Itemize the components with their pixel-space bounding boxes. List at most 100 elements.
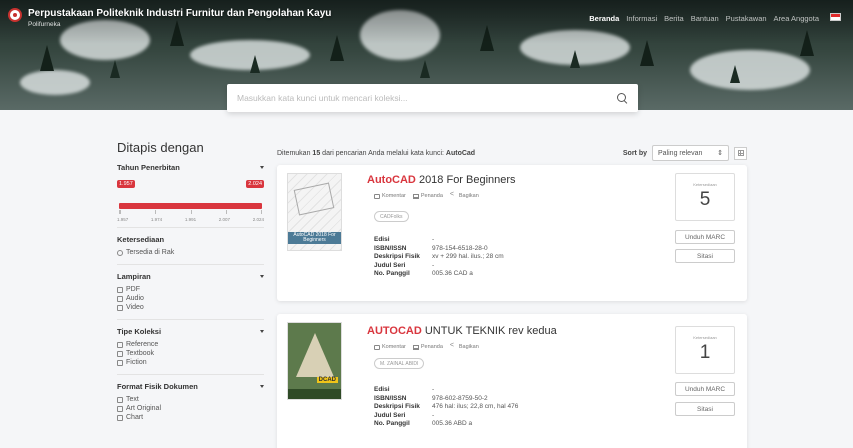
nav-area-anggota[interactable]: Area Anggota <box>774 14 819 23</box>
checkbox-icon[interactable] <box>117 405 123 412</box>
sort-label: Sort by <box>622 149 647 157</box>
search-icon[interactable] <box>617 92 628 104</box>
card-actions: Komentar Penanda Bagikan <box>374 342 479 351</box>
option-tersedia[interactable]: Tersedia di Rak <box>117 248 264 257</box>
book-title[interactable]: AutoCAD 2018 For Beginners <box>367 174 516 186</box>
option-textbook[interactable]: Textbook <box>117 349 264 358</box>
filter-collection-type-header[interactable]: Tipe Koleksi <box>117 327 264 336</box>
filter-availability-header: Ketersediaan <box>117 235 264 244</box>
result-count: 15 <box>312 149 321 157</box>
search-input[interactable] <box>237 93 617 103</box>
option-video[interactable]: Video <box>117 303 264 312</box>
title-highlight: AUTOCAD <box>367 325 422 337</box>
search-keyword: AutoCad <box>445 149 476 157</box>
search-bar <box>227 84 638 112</box>
share-link[interactable]: Bagikan <box>450 191 479 200</box>
filter-availability-label: Ketersediaan <box>117 235 165 244</box>
cover-graphic <box>296 333 334 377</box>
radio-icon[interactable] <box>117 249 123 256</box>
sort-select[interactable]: Paling relevan ⇕ <box>652 145 729 161</box>
year-range-slider[interactable]: 1.957 2.024 1.957 1.974 1.991 2.007 2.02… <box>117 176 264 222</box>
brand[interactable]: Perpustakaan Politeknik Industri Furnitu… <box>8 8 331 29</box>
nav-pustakawan[interactable]: Pustakawan <box>726 14 767 23</box>
cite-button[interactable]: Sitasi <box>675 249 735 263</box>
option-pdf[interactable]: PDF <box>117 285 264 294</box>
meta-row: No. Panggil 005.36 CAD a <box>374 270 504 279</box>
title-rest: UNTUK TEKNIK rev kedua <box>421 325 557 337</box>
checkbox-icon[interactable] <box>117 350 123 357</box>
book-title[interactable]: AUTOCAD UNTUK TEKNIK rev kedua <box>367 325 557 337</box>
filter-attachment-header[interactable]: Lampiran <box>117 272 264 281</box>
author-tag[interactable]: M. ZAINAL ABIDI <box>374 358 425 369</box>
author-tag[interactable]: CADFolks <box>374 211 409 222</box>
meta-row: Edisi - <box>374 386 518 395</box>
nav-berita[interactable]: Berita <box>664 14 684 23</box>
action-label: Komentar <box>382 344 406 350</box>
filter-physical-format: Format Fisik Dokumen Text Art Original C… <box>117 382 264 429</box>
checkbox-icon[interactable] <box>117 304 123 311</box>
chevron-down-icon <box>260 166 264 169</box>
sort-value: Paling relevan <box>658 149 703 157</box>
option-reference[interactable]: Reference <box>117 340 264 349</box>
meta-value: - <box>432 261 435 269</box>
option-audio[interactable]: Audio <box>117 294 264 303</box>
summary-prefix: Ditemukan <box>277 149 311 157</box>
meta-value: 978-602-8759-50-2 <box>432 394 488 402</box>
bookmark-link[interactable]: Penanda <box>412 193 443 199</box>
option-label: Textbook <box>126 350 155 357</box>
filter-physical-format-header[interactable]: Format Fisik Dokumen <box>117 382 264 391</box>
comment-link[interactable]: Komentar <box>374 344 406 350</box>
cover-band <box>288 389 341 399</box>
filter-attachment-label: Lampiran <box>117 272 151 281</box>
option-label: Video <box>126 304 144 311</box>
share-icon <box>450 191 457 199</box>
checkbox-icon[interactable] <box>117 359 123 366</box>
checkbox-icon[interactable] <box>117 341 123 348</box>
download-marc-button[interactable]: Unduh MARC <box>675 382 735 396</box>
meta-value: - <box>432 386 435 393</box>
title-highlight: AutoCAD <box>367 174 416 186</box>
view-toggle-button[interactable] <box>734 146 747 160</box>
checkbox-icon[interactable] <box>117 396 123 403</box>
meta-key: Deskripsi Fisik <box>374 403 420 410</box>
filter-year-label: Tahun Penerbitan <box>117 163 180 172</box>
title-rest: 2018 For Beginners <box>415 174 516 186</box>
share-icon <box>450 342 457 350</box>
nav-bantuan[interactable]: Bantuan <box>691 14 719 23</box>
slider-tick-label: 2.007 <box>218 217 231 222</box>
cite-button[interactable]: Sitasi <box>675 402 735 416</box>
option-fiction[interactable]: Fiction <box>117 358 264 367</box>
comment-link[interactable]: Komentar <box>374 193 406 199</box>
book-cover[interactable]: DCAD <box>287 322 342 400</box>
option-art-original[interactable]: Art Original <box>117 404 264 413</box>
slider-track[interactable] <box>119 203 262 209</box>
checkbox-icon[interactable] <box>117 414 123 421</box>
filter-collection-type: Tipe Koleksi Reference Textbook Fiction <box>117 327 264 375</box>
meta-row: ISBN/ISSN 978-602-8759-50-2 <box>374 395 518 404</box>
slider-min-badge: 1.957 <box>117 180 135 188</box>
meta-row: Judul Seri - <box>374 262 504 271</box>
meta-row: Judul Seri - <box>374 412 518 421</box>
bookmark-link[interactable]: Penanda <box>412 344 443 350</box>
slider-ticks <box>119 210 262 214</box>
slider-max-badge: 2.024 <box>246 180 264 188</box>
download-marc-button[interactable]: Unduh MARC <box>675 230 735 244</box>
nav-informasi[interactable]: Informasi <box>626 14 657 23</box>
availability-label: Ketersediaan <box>693 182 717 187</box>
filter-year-header[interactable]: Tahun Penerbitan <box>117 163 264 172</box>
option-chart[interactable]: Chart <box>117 413 264 422</box>
book-cover[interactable]: AutoCAD 2018 For Beginners <box>287 173 342 251</box>
option-label: Chart <box>126 414 144 421</box>
meta-key: ISBN/ISSN <box>374 394 407 402</box>
checkbox-icon[interactable] <box>117 295 123 302</box>
meta-key: No. Panggil <box>374 270 410 277</box>
share-link[interactable]: Bagikan <box>450 342 479 351</box>
meta-value: xv + 299 hal. ilus.; 28 cm <box>432 253 504 260</box>
option-label: Reference <box>126 341 159 348</box>
checkbox-icon[interactable] <box>117 286 123 293</box>
slider-tick-label: 1.974 <box>150 217 163 222</box>
language-flag-icon[interactable] <box>830 13 841 21</box>
nav-beranda[interactable]: Beranda <box>589 14 619 23</box>
option-text[interactable]: Text <box>117 395 264 404</box>
meta-value: - <box>432 411 435 419</box>
